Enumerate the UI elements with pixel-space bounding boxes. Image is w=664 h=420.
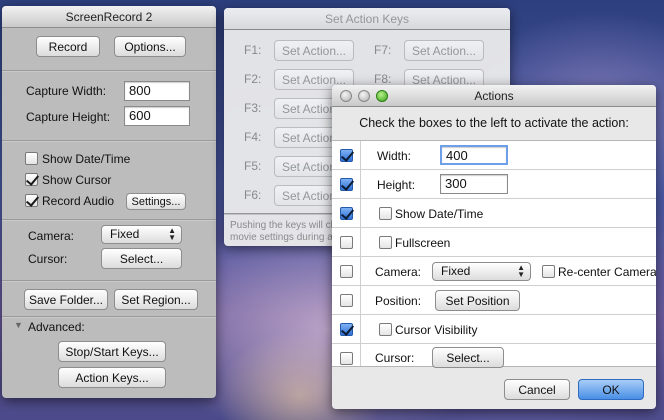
key-label-f5: F5: xyxy=(244,159,262,173)
record-audio-label: Record Audio xyxy=(42,194,115,208)
separator xyxy=(2,70,216,72)
capture-width-label: Capture Width: xyxy=(26,84,107,98)
close-window-icon[interactable] xyxy=(340,90,352,102)
table-row: Width: 400 xyxy=(332,141,656,170)
disclosure-triangle-icon[interactable]: ▼ xyxy=(14,320,23,330)
table-row: Camera: Fixed ▲ ▼ Re-center Camera xyxy=(332,257,656,286)
screenrecord-window: ScreenRecord 2 Record Options... Capture… xyxy=(2,6,216,398)
fullscreen-activate-checkbox[interactable] xyxy=(340,236,353,249)
set-region-button[interactable]: Set Region... xyxy=(114,289,198,310)
separator xyxy=(2,280,216,282)
show-date-time-label: Show Date/Time xyxy=(395,207,484,221)
actions-titlebar[interactable]: Actions xyxy=(332,85,656,107)
show-date-time-checkbox[interactable] xyxy=(25,152,38,165)
recenter-camera-label: Re-center Camera xyxy=(558,265,656,279)
cursor-visibility-label: Cursor Visibility xyxy=(395,323,478,337)
options-button[interactable]: Options... xyxy=(114,36,186,57)
height-activate-checkbox[interactable] xyxy=(340,178,353,191)
cursor-select-button[interactable]: Select... xyxy=(432,347,504,368)
updown-arrows-icon: ▲ ▼ xyxy=(168,226,176,242)
cursor-label: Cursor: xyxy=(375,351,415,365)
capture-height-label: Capture Height: xyxy=(26,110,111,124)
instruction-text: Check the boxes to the left to activate … xyxy=(359,116,629,130)
record-audio-checkbox[interactable] xyxy=(25,194,38,207)
cursor-label: Cursor: xyxy=(28,252,68,266)
separator xyxy=(2,316,216,318)
screenrecord-title: ScreenRecord 2 xyxy=(65,9,153,24)
set-position-button[interactable]: Set Position xyxy=(435,290,520,311)
cursor-visibility-activate-checkbox[interactable] xyxy=(340,323,353,336)
minimize-window-icon[interactable] xyxy=(358,90,370,102)
set-action-f1-button[interactable]: Set Action... xyxy=(274,40,354,61)
separator xyxy=(2,140,216,142)
height-field[interactable]: 300 xyxy=(440,174,508,194)
key-label-f6: F6: xyxy=(244,188,262,202)
key-label-f8: F8: xyxy=(374,72,392,86)
show-date-time-checkbox[interactable] xyxy=(379,207,392,220)
screenrecord-titlebar[interactable]: ScreenRecord 2 xyxy=(2,6,216,28)
cursor-activate-checkbox[interactable] xyxy=(340,352,353,365)
camera-select[interactable]: Fixed ▲ ▼ xyxy=(101,225,182,244)
width-field[interactable]: 400 xyxy=(440,145,508,165)
stop-start-keys-button[interactable]: Stop/Start Keys... xyxy=(58,341,166,362)
camera-label: Camera: xyxy=(375,265,422,279)
table-row: Height: 300 xyxy=(332,170,656,199)
camera-select[interactable]: Fixed ▲ ▼ xyxy=(432,262,531,281)
save-folder-button[interactable]: Save Folder... xyxy=(24,289,108,310)
window-controls xyxy=(340,90,388,102)
show-date-time-activate-checkbox[interactable] xyxy=(340,207,353,220)
width-activate-checkbox[interactable] xyxy=(340,149,353,162)
footer-text-line2: movie settings during a c xyxy=(230,232,341,243)
show-date-time-label: Show Date/Time xyxy=(42,152,131,166)
table-row: Cursor Visibility xyxy=(332,315,656,344)
separator xyxy=(2,219,216,221)
height-label: Height: xyxy=(377,178,416,192)
key-label-f2: F2: xyxy=(244,72,262,86)
record-button[interactable]: Record xyxy=(36,36,100,57)
key-label-f4: F4: xyxy=(244,130,262,144)
actions-table: Width: 400 Height: 300 Show Date/Time Fu… xyxy=(332,140,656,368)
key-label-f7: F7: xyxy=(374,43,392,57)
zoom-window-icon[interactable] xyxy=(376,90,388,102)
table-row: Cursor: Select... xyxy=(332,344,656,373)
table-row: Show Date/Time xyxy=(332,199,656,228)
show-cursor-checkbox[interactable] xyxy=(25,173,38,186)
cursor-visibility-checkbox[interactable] xyxy=(379,323,392,336)
fullscreen-label: Fullscreen xyxy=(395,236,451,250)
recenter-camera-checkbox[interactable] xyxy=(542,265,555,278)
width-label: Width: xyxy=(377,149,412,163)
cancel-button[interactable]: Cancel xyxy=(504,379,570,400)
table-row: Fullscreen xyxy=(332,228,656,257)
capture-height-field[interactable]: 600 xyxy=(124,106,190,126)
show-cursor-label: Show Cursor xyxy=(42,173,112,187)
fullscreen-checkbox[interactable] xyxy=(379,236,392,249)
actions-window: Actions Check the boxes to the left to a… xyxy=(332,85,656,409)
capture-width-field[interactable]: 800 xyxy=(124,81,190,101)
camera-activate-checkbox[interactable] xyxy=(340,265,353,278)
cursor-select-button[interactable]: Select... xyxy=(101,248,182,269)
audio-settings-button[interactable]: Settings... xyxy=(126,193,186,210)
footer-text-line1: Pushing the keys will cha xyxy=(230,220,342,231)
position-activate-checkbox[interactable] xyxy=(340,294,353,307)
set-action-f7-button[interactable]: Set Action... xyxy=(404,40,484,61)
actions-title: Actions xyxy=(474,88,514,103)
table-row: Position: Set Position xyxy=(332,286,656,315)
updown-arrows-icon: ▲ ▼ xyxy=(517,263,525,279)
camera-select-value: Fixed xyxy=(110,227,140,241)
ok-button[interactable]: OK xyxy=(578,379,644,400)
set-action-keys-titlebar[interactable]: Set Action Keys xyxy=(224,8,510,30)
position-label: Position: xyxy=(375,294,422,308)
key-label-f3: F3: xyxy=(244,101,262,115)
set-action-keys-title: Set Action Keys xyxy=(324,11,410,26)
key-label-f1: F1: xyxy=(244,43,262,57)
advanced-label: Advanced: xyxy=(28,320,85,334)
camera-select-value: Fixed xyxy=(441,264,471,278)
action-keys-button[interactable]: Action Keys... xyxy=(58,367,166,388)
camera-label: Camera: xyxy=(28,229,75,243)
